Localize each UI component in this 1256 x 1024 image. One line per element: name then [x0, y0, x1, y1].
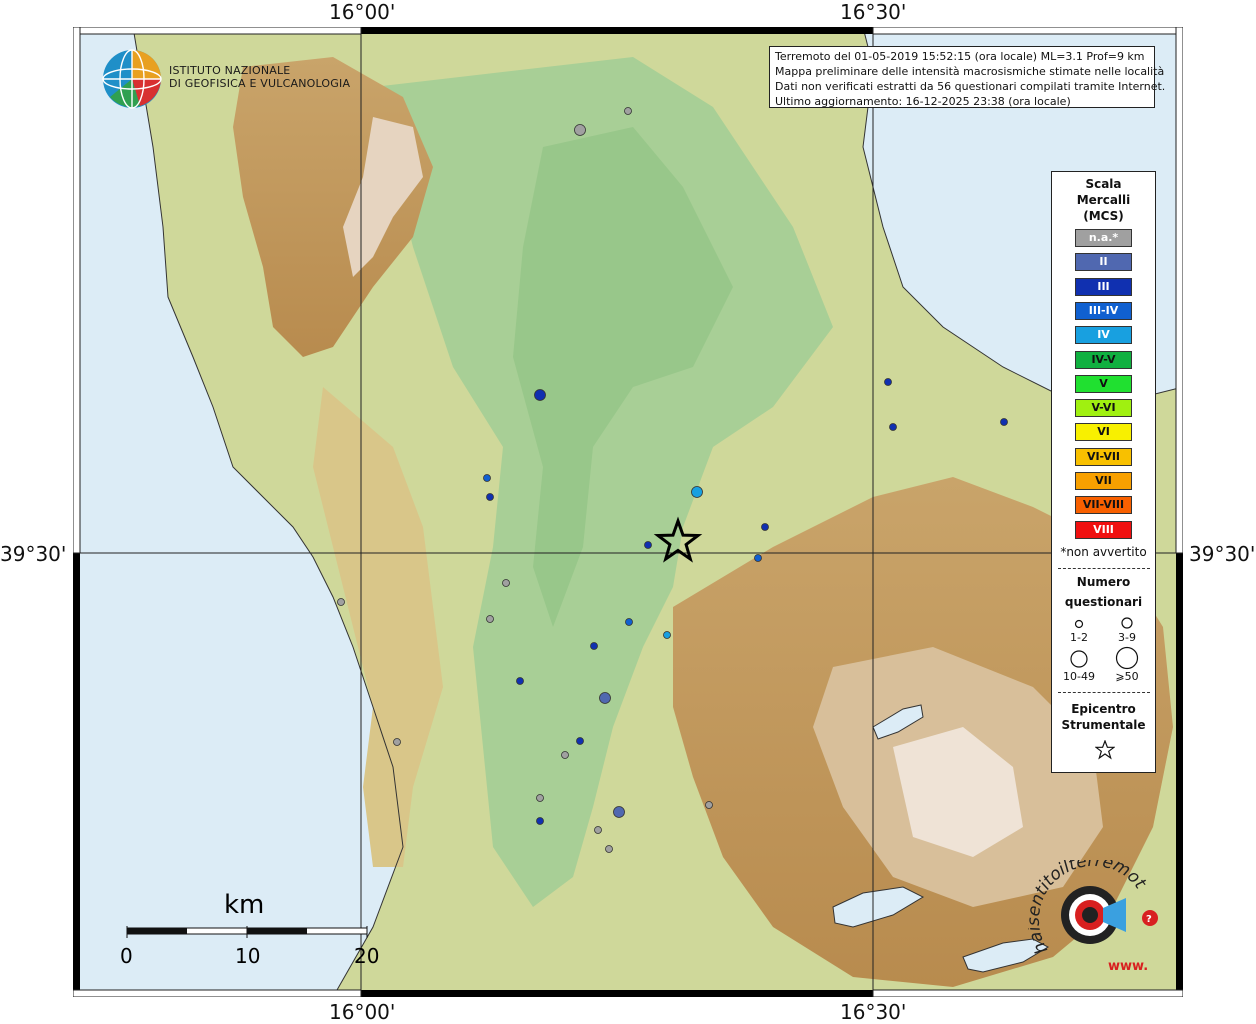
intensity-point[interactable] [590, 642, 598, 650]
intensity-point[interactable] [1000, 418, 1008, 426]
size-label-3: 10-49 [1063, 670, 1095, 683]
size-label-2: 3-9 [1118, 631, 1136, 644]
legend-epi-title-1: Epicentro [1071, 702, 1136, 716]
legend-class-vi: VI [1075, 423, 1132, 442]
ingv-line1: ISTITUTO NAZIONALE [169, 64, 291, 77]
intensity-point[interactable] [599, 692, 611, 704]
event-info-box: Terremoto del 01-05-2019 15:52:15 (ora l… [769, 46, 1166, 108]
legend-class-v-vi: V-VI [1075, 399, 1132, 418]
intensity-point[interactable] [594, 826, 602, 834]
svg-text:?: ? [1146, 914, 1152, 925]
legend-title-3: (MCS) [1083, 209, 1124, 223]
info-line-3: Dati non verificati estratti da 56 quest… [775, 80, 1166, 93]
legend-class-vi-vii: VI-VII [1075, 447, 1132, 466]
intensity-point[interactable] [486, 493, 494, 501]
scale-tick-20: 20 [354, 944, 380, 968]
ingv-line2: DI GEOFISICA E VULCANOLOGIA [169, 77, 351, 90]
size-symbol-10-49 [1070, 650, 1088, 668]
legend-class-iii-iv: III-IV [1075, 301, 1132, 320]
scale-tick-10: 10 [235, 944, 261, 968]
intensity-point[interactable] [536, 794, 544, 802]
brand-logo-icon: ? haisentitoilterremoto.it www. [1028, 860, 1158, 974]
ingv-name: ISTITUTO NAZIONALE DI GEOFISICA E VULCAN… [169, 64, 350, 90]
legend: Scala Mercalli (MCS) n.a.* II III III-IV IV I… [1051, 171, 1156, 773]
intensity-point[interactable] [574, 124, 586, 136]
map-canvas[interactable] [73, 27, 1183, 997]
legend-class-v: V [1075, 374, 1132, 393]
legend-class-iii: III [1075, 277, 1132, 296]
legend-class-ii: II [1075, 253, 1132, 272]
legend-class-iv: IV [1075, 326, 1132, 345]
coord-left: 39°30' [0, 542, 67, 566]
coord-bottom-right: 16°30' [840, 1000, 907, 1024]
intensity-point[interactable] [486, 615, 494, 623]
legend-class-vii-viii: VII-VIII [1075, 496, 1132, 515]
info-line-4: Ultimo aggiornamento: 16-12-2025 23:38 (… [775, 95, 1071, 108]
intensity-point[interactable] [393, 738, 401, 746]
legend-title-2: Mercalli [1076, 193, 1131, 207]
intensity-point[interactable] [624, 107, 632, 115]
intensity-point[interactable] [705, 801, 713, 809]
intensity-point[interactable] [691, 486, 703, 498]
intensity-point[interactable] [761, 523, 769, 531]
legend-class-vii: VII [1075, 472, 1132, 490]
coord-top-right: 16°30' [840, 0, 907, 24]
scale-bar: km 0 10 20 [120, 890, 390, 970]
info-line-2: Mappa preliminare delle intensità macros… [775, 65, 1165, 78]
scale-tick-0: 0 [120, 944, 133, 968]
legend-divider-2 [1058, 692, 1150, 693]
intensity-point[interactable] [483, 474, 491, 482]
scale-unit: km [224, 890, 265, 920]
ingv-logo-icon [102, 49, 162, 109]
coord-bottom-left: 16°00' [329, 1000, 396, 1024]
intensity-point[interactable] [502, 579, 510, 587]
coord-top-left: 16°00' [329, 0, 396, 24]
legend-epi-title-2: Strumentale [1061, 718, 1146, 732]
intensity-point[interactable] [884, 378, 892, 386]
intensity-point[interactable] [663, 631, 671, 639]
legend-divider-1 [1058, 568, 1150, 569]
intensity-point[interactable] [536, 817, 544, 825]
scale-bar-graphic [126, 926, 368, 938]
map-frame [73, 27, 1183, 997]
legend-class-viii: VIII [1075, 520, 1132, 539]
coord-right: 39°30' [1189, 542, 1256, 566]
size-label-1: 1-2 [1070, 631, 1088, 644]
size-label-4: ⩾50 [1115, 670, 1139, 683]
intensity-point[interactable] [613, 806, 625, 818]
intensity-point[interactable] [644, 541, 652, 549]
intensity-point[interactable] [605, 845, 613, 853]
size-symbol-1-2 [1074, 619, 1084, 629]
legend-class-na: n.a.* [1075, 229, 1132, 247]
legend-not-felt: *non avvertito [1060, 545, 1147, 559]
legend-star-icon [1095, 740, 1115, 760]
size-symbol-3-9 [1121, 617, 1133, 629]
legend-title-1: Scala [1085, 177, 1122, 191]
legend-class-iv-v: IV-V [1075, 350, 1132, 369]
intensity-point[interactable] [534, 389, 546, 401]
intensity-point[interactable] [516, 677, 524, 685]
intensity-point[interactable] [337, 598, 345, 606]
intensity-point[interactable] [561, 751, 569, 759]
size-symbol-50 [1115, 646, 1139, 670]
legend-count-title-1: Numero [1076, 575, 1131, 589]
brand-www: www. [1108, 959, 1148, 974]
intensity-point[interactable] [754, 554, 762, 562]
intensity-point[interactable] [625, 618, 633, 626]
intensity-point[interactable] [889, 423, 897, 431]
legend-count-title-2: questionari [1064, 595, 1143, 609]
info-line-1: Terremoto del 01-05-2019 15:52:15 (ora l… [775, 50, 1145, 63]
intensity-point[interactable] [576, 737, 584, 745]
